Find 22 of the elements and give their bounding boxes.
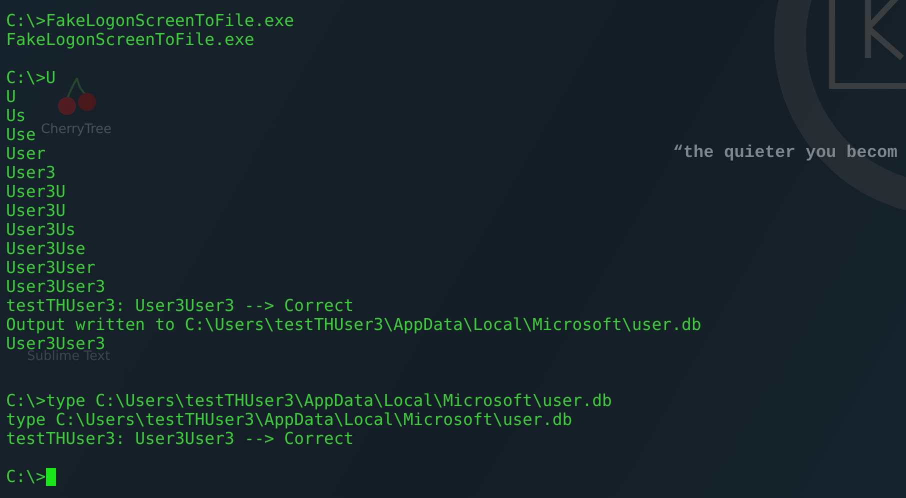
terminal-line: Use (6, 125, 36, 144)
wallpaper-quote: “the quieter you becom (673, 143, 898, 165)
terminal-line: Output written to C:\Users\testTHUser3\AppData\Local\Microsoft\user.db (6, 315, 702, 334)
terminal-line: User3U (6, 182, 66, 201)
terminal-line: User3Use (6, 239, 86, 258)
terminal-line: C:\>U (6, 68, 56, 87)
terminal-line: FakeLogonScreenToFile.exe (6, 30, 254, 49)
terminal-line: U (6, 87, 16, 106)
terminal-line: User3Us (6, 220, 76, 239)
terminal-line: User3 (6, 163, 56, 182)
terminal-line: User3User3 (6, 334, 106, 353)
terminal-line: C:\>type C:\Users\testTHUser3\AppData\Local\Microsoft\user.db (6, 391, 612, 410)
terminal-line: Us (6, 106, 26, 125)
terminal-line: testTHUser3: User3User3 --> Correct (6, 429, 354, 448)
terminal-line: User3User3 (6, 277, 106, 296)
terminal-line: C:\>FakeLogonScreenToFile.exe (6, 11, 294, 30)
terminal-line: testTHUser3: User3User3 --> Correct (6, 296, 354, 315)
terminal-line: User3User (6, 258, 96, 277)
terminal-line: User (6, 144, 46, 163)
terminal-line: type C:\Users\testTHUser3\AppData\Local\Microsoft\user.db (6, 410, 572, 429)
terminal-prompt: C:\> (6, 467, 46, 486)
terminal-line: User3U (6, 201, 66, 220)
